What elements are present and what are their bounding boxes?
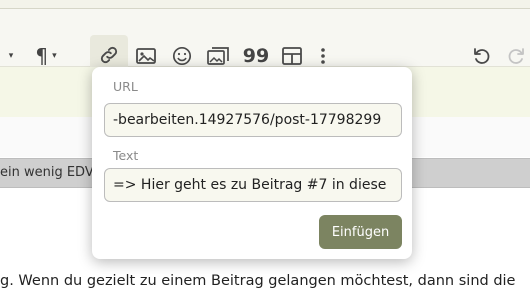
top-strip xyxy=(0,0,530,9)
image-icon xyxy=(136,48,156,64)
smiley-icon xyxy=(172,46,192,66)
editor-toolbar: ▾ ¶ ▾ 99 xyxy=(0,9,530,75)
url-label: URL xyxy=(113,79,138,94)
quote-icon: 99 xyxy=(242,45,270,67)
post-body-text: g. Wenn du gezielt zu einem Beitrag gela… xyxy=(0,273,516,289)
more-vertical-icon xyxy=(321,48,325,64)
insert-button[interactable]: Einfügen xyxy=(319,215,402,249)
link-text-input[interactable] xyxy=(104,168,402,202)
url-input[interactable] xyxy=(104,103,402,137)
table-icon xyxy=(282,47,302,65)
media-gallery-icon xyxy=(207,47,229,65)
undo-icon xyxy=(474,48,490,64)
insert-link-dialog: URL Text Einfügen xyxy=(92,67,412,259)
paragraph-icon: ¶ xyxy=(35,44,49,68)
link-icon xyxy=(100,46,118,64)
quote-header-text: ein wenig EDV xyxy=(0,165,94,180)
chevron-down-icon: ▾ xyxy=(52,51,57,61)
redo-icon xyxy=(508,48,524,64)
chevron-down-icon: ▾ xyxy=(8,51,14,61)
text-label: Text xyxy=(113,148,139,163)
